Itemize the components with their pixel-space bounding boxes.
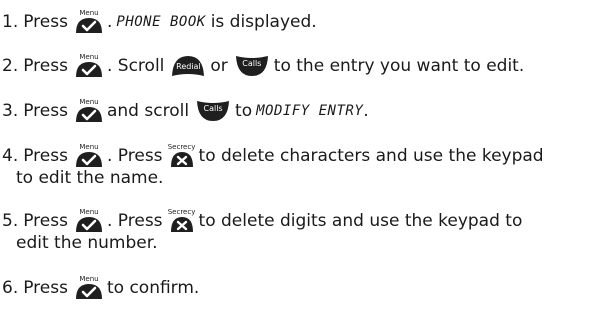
secrecy-cross-key-icon: Secrecy [167, 208, 197, 234]
step-text: Press [23, 278, 68, 298]
step-4: 4. Press Menu . Press Secrecy to delete … [2, 143, 544, 189]
step-text: . Press [106, 211, 163, 231]
step-2: 2. Press Menu . Scroll Redial or Calls t… [2, 53, 525, 79]
instructions-page: 1. Press Menu . PHONE BOOK is displayed.… [0, 0, 598, 310]
step-text: . [106, 12, 113, 32]
step-text: Press [23, 146, 68, 166]
step-text-continued: to edit the name. [16, 168, 164, 188]
step-text: to [235, 101, 253, 121]
lcd-display-text: MODIFY ENTRY [256, 103, 364, 119]
step-number: 6. [2, 278, 19, 298]
step-number: 5. [2, 211, 19, 231]
menu-check-key-icon: Menu [72, 98, 106, 124]
step-text: . Scroll [106, 56, 165, 76]
step-number: 3. [2, 101, 19, 121]
step-number: 4. [2, 146, 19, 166]
step-text: to the entry you want to edit. [273, 56, 525, 76]
step-text: Press [23, 211, 68, 231]
step-text: and scroll [106, 101, 190, 121]
step-text: or [210, 56, 228, 76]
step-number: 1. [2, 12, 19, 32]
menu-check-key-icon: Menu [72, 208, 106, 234]
calls-scroll-key-icon: Calls [195, 99, 231, 123]
step-text: Press [23, 56, 68, 76]
calls-scroll-key-icon: Calls [234, 54, 270, 78]
step-text: Press [23, 101, 68, 121]
step-text: Press [23, 12, 68, 32]
step-text: to delete characters and use the keypad [198, 146, 544, 166]
redial-scroll-key-icon: Redial [170, 54, 206, 78]
step-text: is displayed. [210, 12, 317, 32]
step-1: 1. Press Menu . PHONE BOOK is displayed. [2, 9, 317, 35]
step-text: . Press [106, 146, 163, 166]
step-text: to confirm. [106, 278, 200, 298]
step-text-continued: edit the number. [16, 233, 158, 253]
menu-check-key-icon: Menu [72, 275, 106, 301]
step-5: 5. Press Menu . Press Secrecy to delete … [2, 208, 523, 254]
menu-check-key-icon: Menu [72, 53, 106, 79]
step-text: to delete digits and use the keypad to [198, 211, 523, 231]
menu-check-key-icon: Menu [72, 143, 106, 169]
step-number: 2. [2, 56, 19, 76]
step-text: . [363, 101, 369, 121]
step-3: 3. Press Menu and scroll Calls to MODIFY… [2, 98, 369, 124]
lcd-display-text: PHONE BOOK [116, 14, 206, 30]
menu-check-key-icon: Menu [72, 9, 106, 35]
secrecy-cross-key-icon: Secrecy [167, 143, 197, 169]
step-6: 6. Press Menu to confirm. [2, 275, 200, 301]
